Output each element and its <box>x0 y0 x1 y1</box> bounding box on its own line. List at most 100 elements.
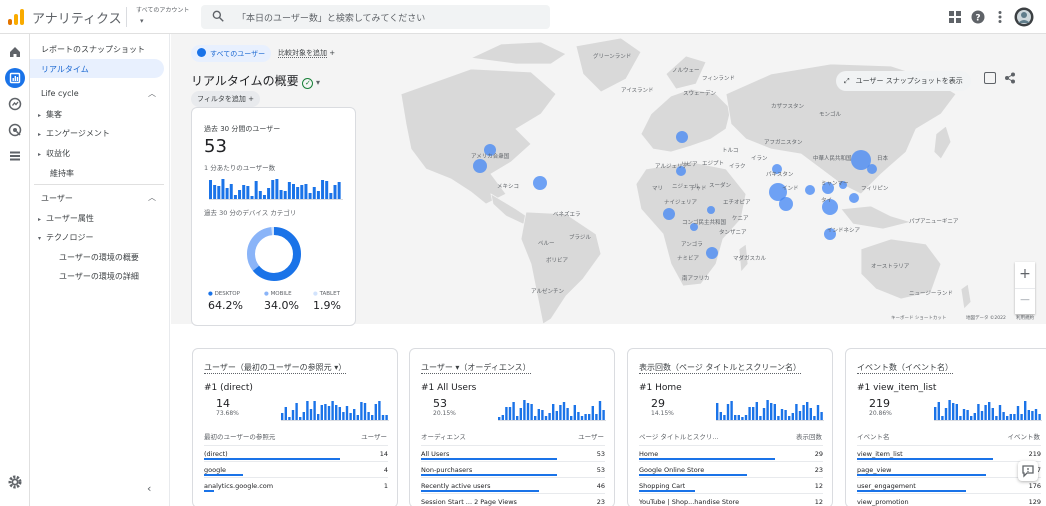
explore-icon[interactable] <box>7 96 23 112</box>
nav-item-tech-details[interactable]: ユーザーの環境の詳細 <box>59 271 139 282</box>
search-bar[interactable]: 「本日のユーザー数」と検索してみてください <box>201 5 550 29</box>
analytics-logo-icon[interactable] <box>8 9 24 25</box>
table-row[interactable]: All Users 53 <box>421 445 605 461</box>
table-row[interactable]: (direct) 14 <box>204 445 388 461</box>
title-chevron-down-icon[interactable]: ▾ <box>313 78 320 87</box>
map-label: イラク <box>729 164 746 170</box>
nav-section-user[interactable]: ユーザー <box>41 193 73 204</box>
more-vert-icon[interactable] <box>993 10 1007 24</box>
table-row[interactable]: google 4 <box>204 461 388 477</box>
map-footer-terms[interactable]: 利用規約 <box>1016 315 1034 321</box>
verified-check-icon[interactable]: ✓ <box>302 78 314 89</box>
card-title[interactable]: イベント数（イベント名） <box>857 362 953 374</box>
row-bar <box>204 458 340 460</box>
collapse-nav-chevron-left-icon[interactable]: ‹ <box>147 482 151 495</box>
row-value: 23 <box>596 498 605 506</box>
sparkline-bar <box>562 402 566 420</box>
row-label: Shopping Cart <box>639 482 686 490</box>
apps-grid-icon[interactable] <box>948 10 962 24</box>
device-donut-chart[interactable] <box>244 224 304 284</box>
sparkline-bar <box>321 180 325 199</box>
device-legend-mobile: ● MOBILE 34.0% <box>264 291 299 312</box>
card-title[interactable]: ユーザー ▾（オーディエンス） <box>421 362 531 374</box>
card-sparkline <box>934 400 1042 421</box>
map-label: ケニア <box>732 216 749 222</box>
add-filter-button[interactable]: フィルタを追加 + <box>191 91 260 107</box>
help-icon[interactable]: ? <box>971 10 985 24</box>
table-row[interactable]: Session Start ... 2 Page Views 23 <box>421 493 605 506</box>
nav-item-technology[interactable]: ▾ テクノロジー <box>38 232 94 243</box>
map-label: アメリカ合衆国 <box>471 154 510 160</box>
sparkline-bar <box>726 404 730 420</box>
sparkline-bar <box>523 400 526 420</box>
avatar[interactable] <box>1014 7 1034 27</box>
sparkline-bar <box>367 412 370 420</box>
nav-item-retention[interactable]: 維持率 <box>50 168 74 179</box>
table-row[interactable]: Non-purchasers 53 <box>421 461 605 477</box>
table-row[interactable]: view_item_list 219 <box>857 445 1041 461</box>
zoom-in-button[interactable]: + <box>1015 262 1035 288</box>
map-label: コンゴ民主共和国 <box>682 220 727 226</box>
sparkline-bar <box>284 407 287 420</box>
row-label: Session Start ... 2 Page Views <box>421 498 517 506</box>
sparkline-bar <box>555 411 558 420</box>
sparkline-bar <box>966 410 969 420</box>
divider <box>126 7 127 27</box>
nav-section-lifecycle[interactable]: Life cycle <box>41 89 79 98</box>
row-bar <box>639 474 747 476</box>
card-title[interactable]: 表示回数（ページ タイトルとスクリーン名） <box>639 362 801 374</box>
map-label: ニュージーランド <box>909 291 953 297</box>
row-bar <box>639 490 695 492</box>
nav-item-acquisition[interactable]: ▸ 集客 <box>38 109 62 120</box>
table-row[interactable]: user_engagement 176 <box>857 477 1041 493</box>
configure-list-icon[interactable] <box>7 148 23 164</box>
expand-arrow-icon: ▸ <box>38 131 42 138</box>
search-input[interactable]: 「本日のユーザー数」と検索してみてください <box>237 11 425 24</box>
nav-item-realtime[interactable]: リアルタイム <box>30 59 164 78</box>
sparkline-bar <box>806 402 809 420</box>
sparkline-bar <box>1031 411 1034 420</box>
reports-icon[interactable] <box>5 68 25 88</box>
zoom-out-button[interactable]: − <box>1015 288 1035 314</box>
add-icon: + <box>329 49 336 57</box>
table-row[interactable]: Recently active users 46 <box>421 477 605 493</box>
card-title[interactable]: ユーザー（最初のユーザーの参照元 ▾） <box>204 362 347 374</box>
share-icon[interactable] <box>1004 72 1016 84</box>
account-chevron-down-icon[interactable]: ▾ <box>140 17 144 25</box>
advertising-icon[interactable] <box>7 122 23 138</box>
expand-arrow-icon: ▸ <box>38 112 42 119</box>
map-footer-shortcuts[interactable]: キーボード ショートカット <box>891 315 946 321</box>
chevron-up-icon[interactable]: ︿ <box>148 88 156 99</box>
table-row[interactable]: analytics.google.com 1 <box>204 477 388 493</box>
table-row[interactable]: view_promotion 129 <box>857 493 1041 506</box>
sparkline-bar <box>944 408 948 420</box>
table-row[interactable]: Shopping Cart 12 <box>639 477 823 493</box>
table-row[interactable]: page_view 207 <box>857 461 1041 477</box>
nav-item-demographics[interactable]: ▸ ユーザー属性 <box>38 213 94 224</box>
nav-item-engagement[interactable]: ▸ エンゲージメント <box>38 128 110 139</box>
table-row[interactable]: YouTube | Shop...handise Store 12 <box>639 493 823 506</box>
table-row[interactable]: Home 29 <box>639 445 823 461</box>
nav-item-snapshot[interactable]: レポートのスナップショット <box>41 44 145 55</box>
device-legend-desktop: ● DESKTOP 64.2% <box>208 291 243 312</box>
sparkline-bar <box>275 179 279 199</box>
sparkline-bar <box>371 415 374 420</box>
sparkline-bar <box>730 401 733 420</box>
chevron-up-icon[interactable]: ︿ <box>148 192 156 203</box>
feedback-button[interactable] <box>1018 461 1038 481</box>
edit-report-icon[interactable] <box>984 72 996 84</box>
user-snapshot-button[interactable]: ⤢ ユーザー スナップショットを表示 <box>836 71 971 91</box>
nav-item-tech-overview[interactable]: ユーザーの環境の概要 <box>59 252 139 263</box>
compare-button[interactable]: 比較対象を追加 + <box>272 45 341 61</box>
account-selector-label[interactable]: すべてのアカウント <box>136 5 189 14</box>
sparkline-bar <box>299 417 302 420</box>
home-icon[interactable] <box>7 44 23 60</box>
row-value: 12 <box>814 482 823 490</box>
table-row[interactable]: Google Online Store 23 <box>639 461 823 477</box>
admin-gear-icon[interactable] <box>7 474 23 490</box>
sparkline-bar <box>1006 416 1009 420</box>
sparkline-bar <box>213 185 217 199</box>
all-users-chip[interactable]: すべてのユーザー <box>191 45 272 62</box>
card-sparkline <box>498 400 606 421</box>
nav-item-monetization[interactable]: ▸ 収益化 <box>38 148 70 159</box>
